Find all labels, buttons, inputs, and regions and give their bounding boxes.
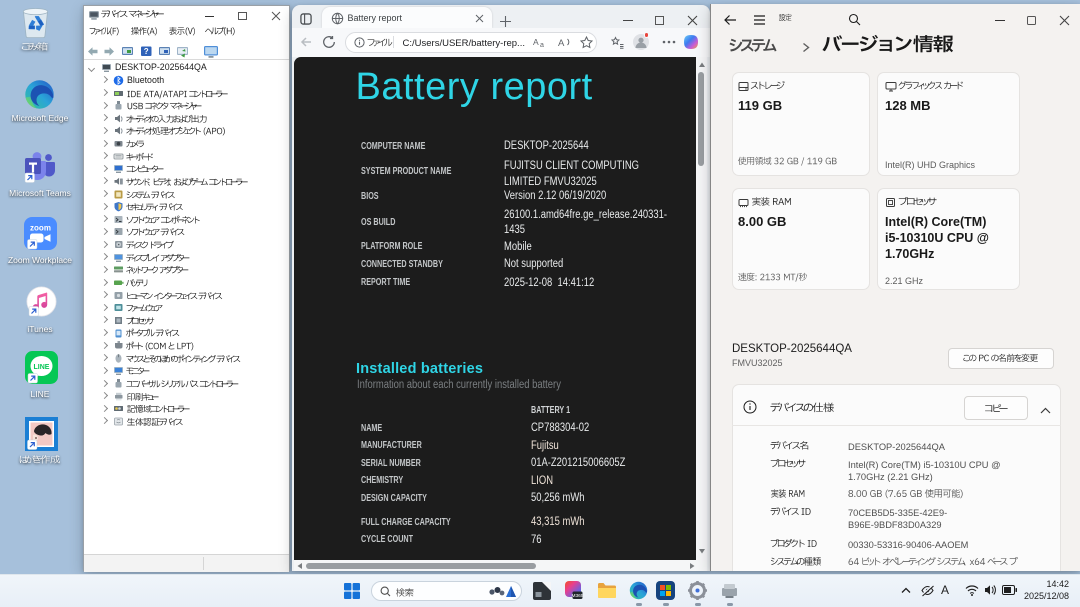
svg-text:zoom: zoom (30, 224, 51, 233)
svg-text:LINE: LINE (34, 364, 50, 371)
svg-text:A: A (533, 37, 539, 47)
svg-text:?: ? (144, 47, 149, 56)
svg-text:M365: M365 (572, 593, 584, 599)
svg-text:A: A (558, 38, 565, 48)
svg-text:a: a (540, 42, 544, 48)
